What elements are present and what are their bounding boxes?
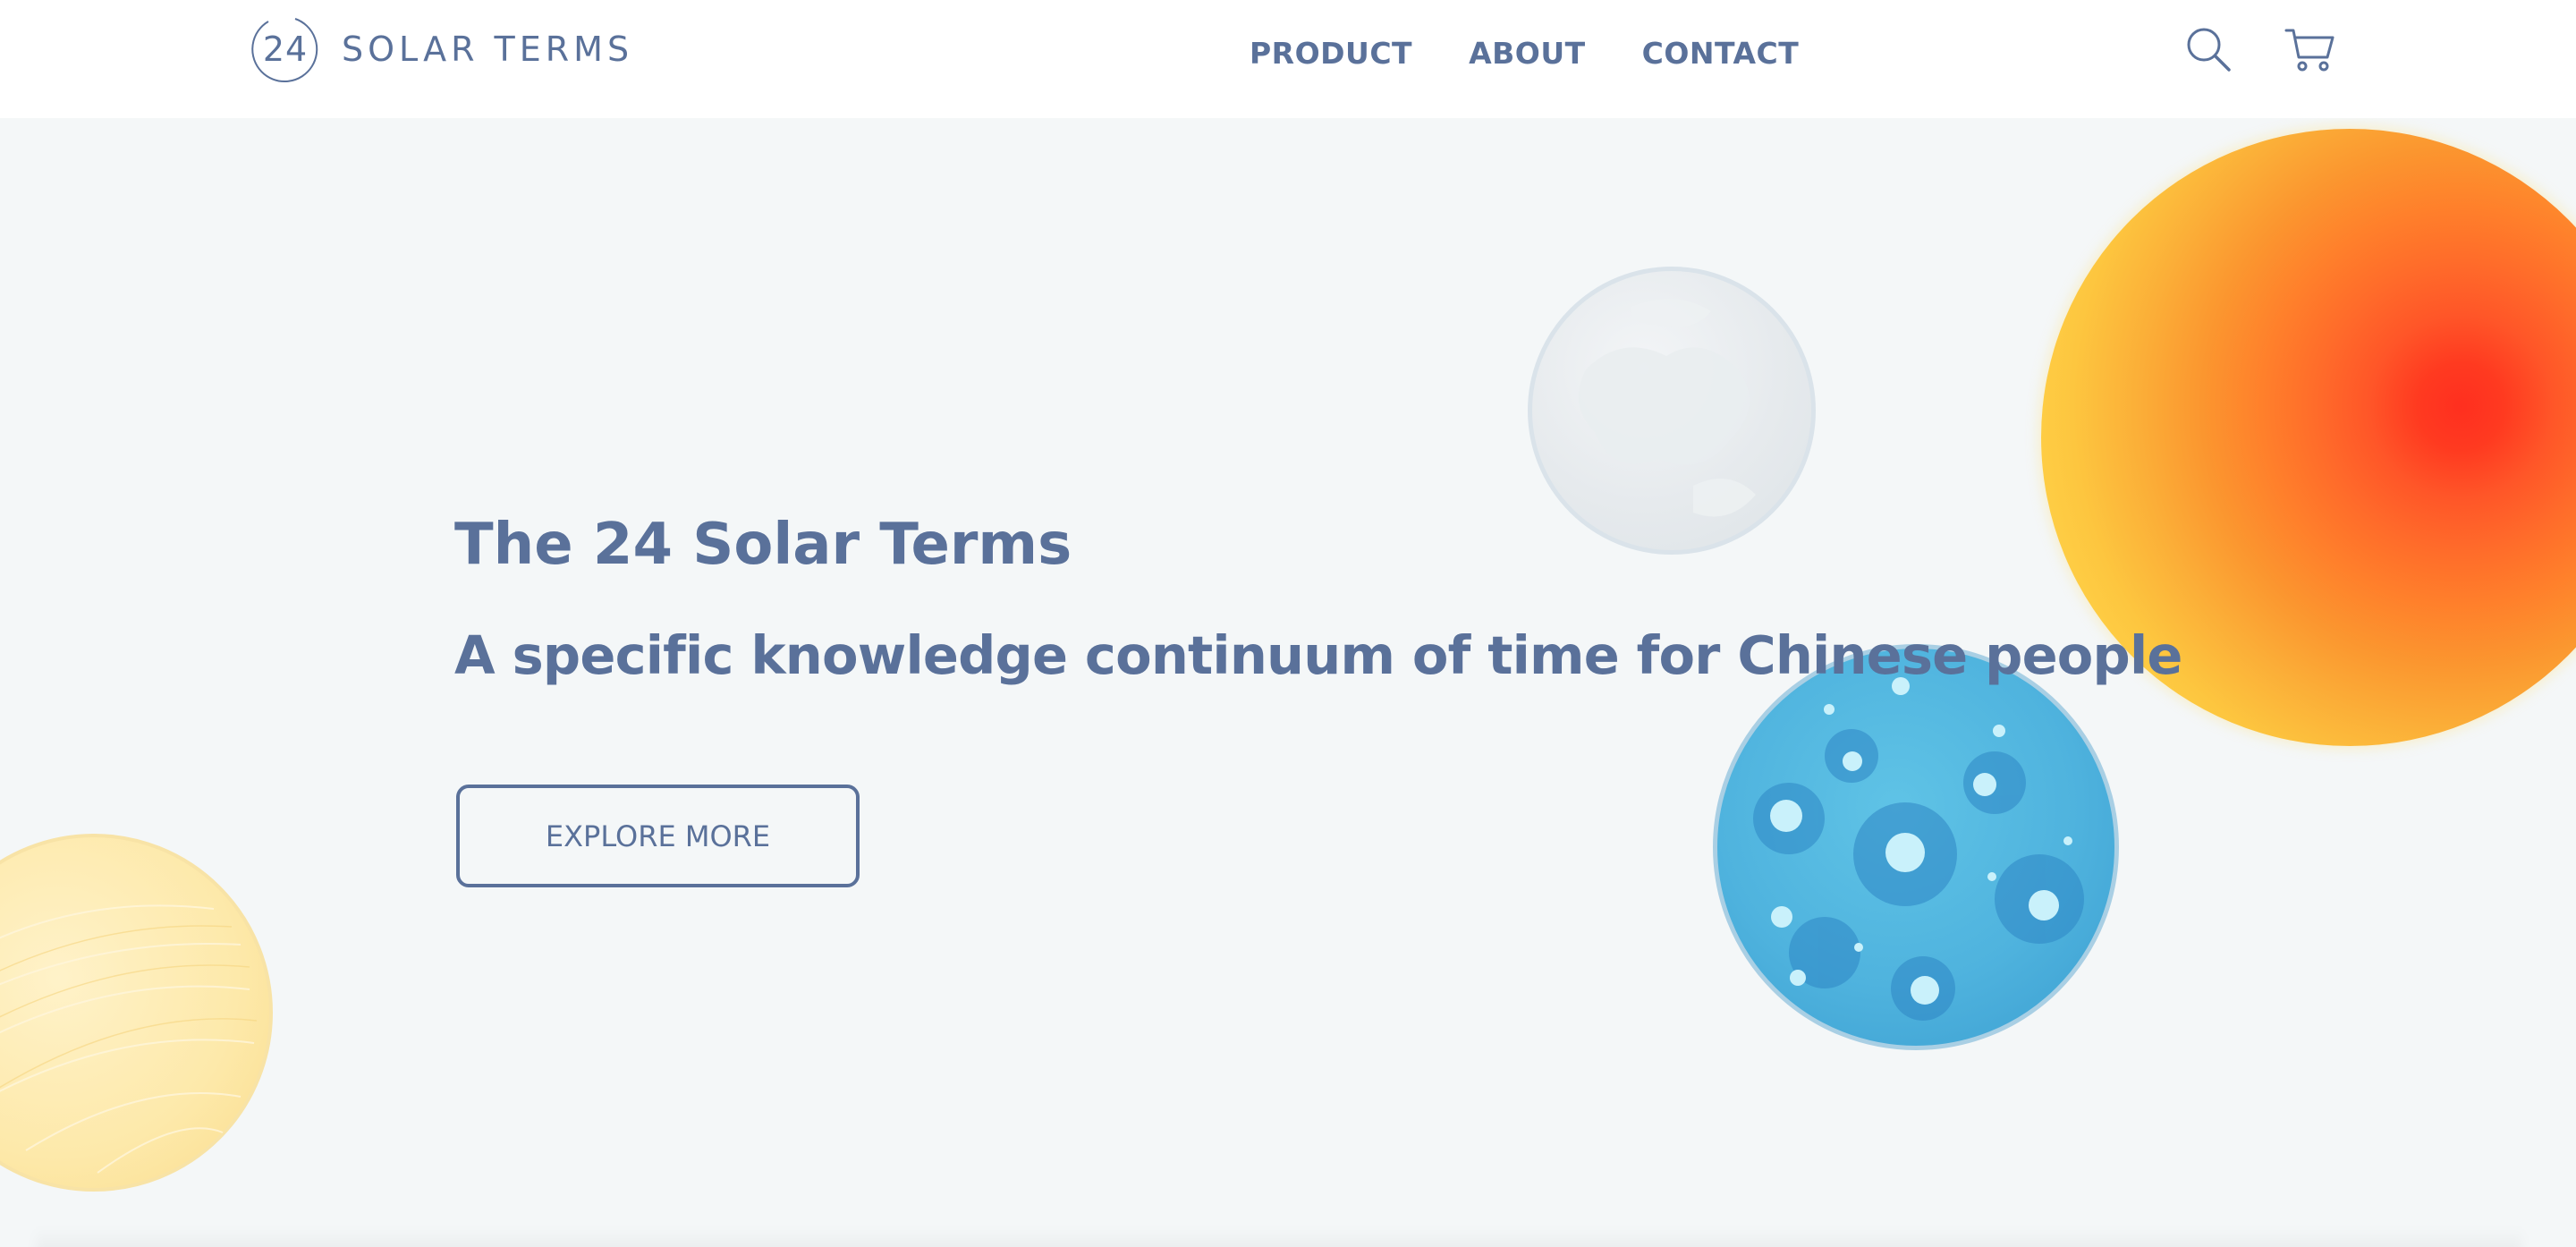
moon-planet <box>1528 267 1816 555</box>
logo-text: SOLAR TERMS <box>342 30 634 69</box>
search-button[interactable] <box>2182 25 2236 75</box>
bottom-shadow <box>36 1227 2522 1247</box>
hero-title: The 24 Solar Terms <box>454 512 1072 578</box>
cart-button[interactable] <box>2283 25 2336 75</box>
nav-item-contact[interactable]: CONTACT <box>1642 36 1800 71</box>
nav-item-about[interactable]: ABOUT <box>1469 36 1586 71</box>
nav-item-product[interactable]: PRODUCT <box>1250 36 1412 71</box>
logo-number: 24 <box>262 30 309 69</box>
site-header: 24 SOLAR TERMS PRODUCT ABOUT CONTACT <box>0 0 2576 118</box>
sand-planet <box>0 834 273 1192</box>
water-planet <box>1713 644 2119 1050</box>
search-icon <box>2187 28 2231 72</box>
logo-badge: 24 <box>250 14 320 84</box>
explore-more-button[interactable]: EXPLORE MORE <box>456 785 860 887</box>
logo[interactable]: 24 SOLAR TERMS <box>250 14 633 84</box>
cart-icon <box>2284 29 2334 72</box>
main-nav: PRODUCT ABOUT CONTACT <box>1250 36 1799 71</box>
hero-subtitle: A specific knowledge continuum of time f… <box>454 624 2182 686</box>
